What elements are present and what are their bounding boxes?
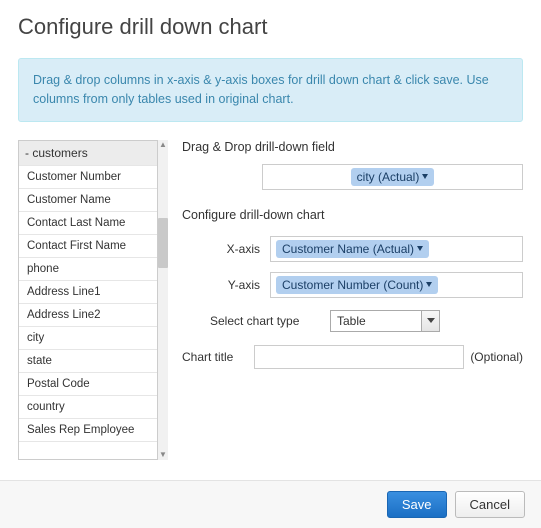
- charttype-select[interactable]: Table: [330, 310, 440, 332]
- charttype-value: Table: [331, 311, 421, 331]
- chevron-down-icon: [422, 174, 428, 179]
- drilldown-field-tag[interactable]: city (Actual): [351, 168, 435, 186]
- info-box: Drag & drop columns in x-axis & y-axis b…: [18, 58, 523, 122]
- charttitle-input[interactable]: [254, 345, 464, 369]
- content-area: customers Customer Number Customer Name …: [18, 140, 523, 460]
- tree-item[interactable]: Contact First Name: [19, 235, 157, 258]
- scroll-up-icon[interactable]: ▲: [158, 140, 168, 150]
- cancel-button[interactable]: Cancel: [455, 491, 525, 518]
- configure-sub-label: Configure drill-down chart: [182, 208, 523, 222]
- tag-label: Customer Number (Count): [282, 278, 423, 292]
- xaxis-dropbox[interactable]: Customer Name (Actual): [270, 236, 523, 262]
- yaxis-label: Y-axis: [210, 278, 270, 292]
- scroll-down-icon[interactable]: ▼: [158, 450, 168, 460]
- optional-label: (Optional): [464, 350, 523, 364]
- tree-item[interactable]: Address Line2: [19, 304, 157, 327]
- tree-item[interactable]: Customer Number: [19, 166, 157, 189]
- charttype-label: Select chart type: [210, 314, 330, 328]
- xaxis-label: X-axis: [210, 242, 270, 256]
- chevron-down-icon: [417, 246, 423, 251]
- charttype-dropdown-button[interactable]: [421, 311, 439, 331]
- tree-item[interactable]: Contact Last Name: [19, 212, 157, 235]
- xaxis-tag[interactable]: Customer Name (Actual): [276, 240, 429, 258]
- yaxis-dropbox[interactable]: Customer Number (Count): [270, 272, 523, 298]
- tree-item[interactable]: Sales Rep Employee: [19, 419, 157, 442]
- save-button[interactable]: Save: [387, 491, 447, 518]
- yaxis-tag[interactable]: Customer Number (Count): [276, 276, 438, 294]
- tree-item[interactable]: country: [19, 396, 157, 419]
- tree-root-customers[interactable]: customers: [19, 141, 157, 166]
- config-panel: Drag & Drop drill-down field city (Actua…: [182, 140, 523, 460]
- chevron-down-icon: [427, 318, 435, 323]
- tree-item[interactable]: state: [19, 350, 157, 373]
- scroll-thumb[interactable]: [158, 218, 168, 268]
- tree-item[interactable]: phone: [19, 258, 157, 281]
- tag-label: city (Actual): [357, 170, 420, 184]
- tree-item[interactable]: city: [19, 327, 157, 350]
- drilldown-field-dropbox[interactable]: city (Actual): [262, 164, 523, 190]
- tree-item[interactable]: Customer Name: [19, 189, 157, 212]
- tree-item[interactable]: Postal Code: [19, 373, 157, 396]
- tree-item[interactable]: Address Line1: [19, 281, 157, 304]
- tag-label: Customer Name (Actual): [282, 242, 414, 256]
- column-tree[interactable]: customers Customer Number Customer Name …: [18, 140, 158, 460]
- charttitle-label: Chart title: [182, 350, 254, 364]
- dialog-title: Configure drill down chart: [18, 14, 523, 40]
- dragdrop-section-label: Drag & Drop drill-down field: [182, 140, 523, 154]
- dialog-body: Configure drill down chart Drag & drop c…: [0, 0, 541, 460]
- column-tree-wrap: customers Customer Number Customer Name …: [18, 140, 170, 460]
- dialog-footer: Save Cancel: [0, 480, 541, 528]
- tree-scrollbar[interactable]: ▲ ▼: [158, 140, 168, 460]
- chevron-down-icon: [426, 282, 432, 287]
